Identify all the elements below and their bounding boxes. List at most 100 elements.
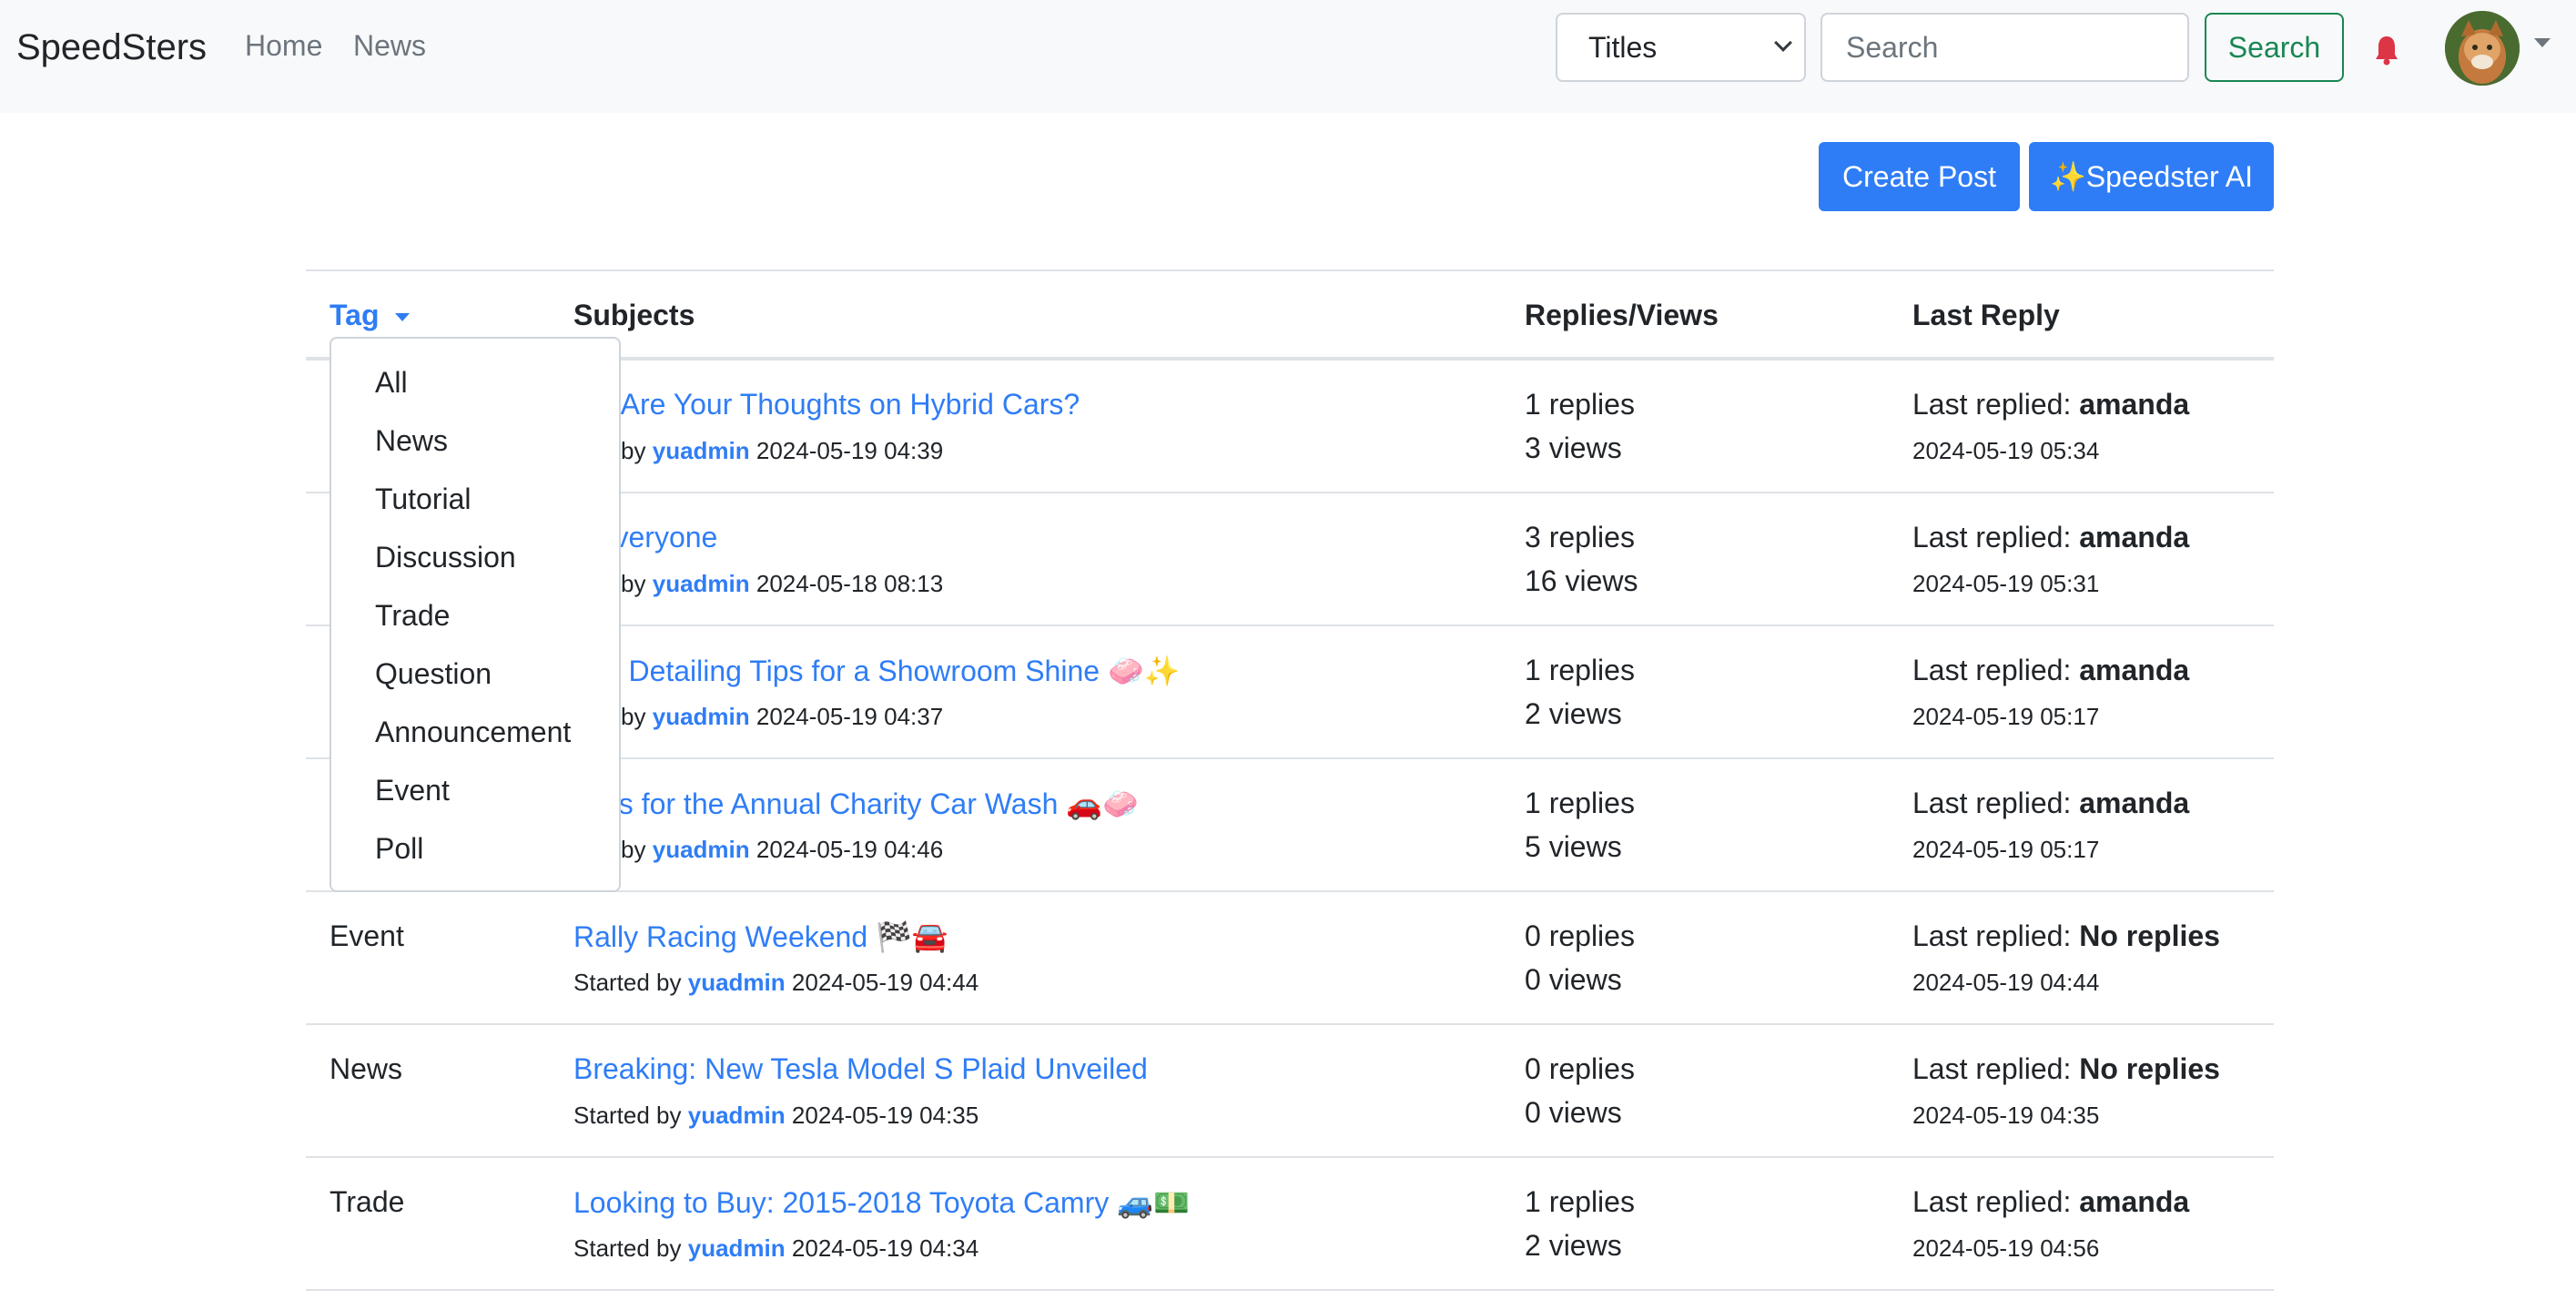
author-link[interactable]: yuadmin <box>653 570 750 597</box>
last-reply: Last replied: amanda <box>1912 388 2189 421</box>
last-reply-date: 2024-05-19 04:56 <box>1912 1234 2100 1262</box>
last-reply-user: No replies <box>2079 1052 2220 1085</box>
author-link[interactable]: yuadmin <box>653 836 750 863</box>
last-reply: Last replied: amanda <box>1912 1185 2189 1219</box>
topic-meta: Started by yuadmin 2024-05-19 04:44 <box>573 969 979 997</box>
last-replied-label: Last replied: <box>1912 521 2072 554</box>
last-reply: Last replied: amanda <box>1912 654 2189 687</box>
navbar: SpeedSters Home News Titles Search <box>0 0 2576 113</box>
last-replied-label: Last replied: <box>1912 787 2072 819</box>
last-reply-date: 2024-05-19 05:17 <box>1912 836 2100 863</box>
reply-count: 0 replies <box>1525 1052 1635 1085</box>
nav-home-link[interactable]: Home <box>245 29 322 63</box>
topic-title-link[interactable]: Car Detailing Tips for a Showroom Shine … <box>573 654 1181 688</box>
last-reply-date: 2024-05-19 05:34 <box>1912 437 2100 464</box>
search-filter-value: Titles <box>1588 31 1658 64</box>
table-row: News Breaking: New Tesla Model S Plaid U… <box>306 1025 2274 1158</box>
last-reply-user: amanda <box>2079 654 2190 686</box>
last-reply-date: 2024-05-19 05:31 <box>1912 570 2100 597</box>
topic-date: 2024-05-19 04:39 <box>756 437 944 464</box>
bell-icon[interactable] <box>2375 35 2399 66</box>
table-row: Trade Looking to Buy: 2015-2018 Toyota C… <box>306 1158 2274 1291</box>
author-link[interactable]: yuadmin <box>688 969 786 996</box>
last-reply-user: No replies <box>2079 919 2220 952</box>
topic-date: 2024-05-18 08:13 <box>756 570 944 597</box>
last-reply-header: Last Reply <box>1912 299 2060 331</box>
last-replied-label: Last replied: <box>1912 654 2072 686</box>
started-by-label: Started by <box>573 1234 682 1262</box>
author-link[interactable]: yuadmin <box>688 1234 786 1262</box>
topic-title-link[interactable]: hat Are Your Thoughts on Hybrid Cars? <box>573 388 1080 421</box>
row-tag: Trade <box>330 1185 405 1218</box>
last-reply-user: amanda <box>2079 1185 2190 1218</box>
author-link[interactable]: yuadmin <box>688 1102 786 1129</box>
tag-option[interactable]: Tutorial <box>375 482 472 516</box>
last-reply: Last replied: amanda <box>1912 521 2189 554</box>
brand-logo[interactable]: SpeedSters <box>16 27 207 68</box>
tag-option[interactable]: All <box>375 366 408 400</box>
user-avatar[interactable] <box>2445 11 2520 86</box>
last-reply-date: 2024-05-19 04:44 <box>1912 969 2100 996</box>
topic-title-link[interactable]: n Us for the Annual Charity Car Wash 🚗🧼 <box>573 787 1139 821</box>
last-reply: Last replied: amanda <box>1912 787 2189 820</box>
view-count: 2 views <box>1525 1229 1622 1262</box>
last-reply: Last replied: No replies <box>1912 1052 2220 1086</box>
reply-count: 1 replies <box>1525 388 1635 421</box>
topic-meta: rted by yuadmin 2024-05-19 04:37 <box>573 703 943 731</box>
search-input[interactable] <box>1820 13 2189 82</box>
search-button[interactable]: Search <box>2205 13 2344 82</box>
topic-meta: Started by yuadmin 2024-05-19 04:35 <box>573 1102 979 1130</box>
tag-option[interactable]: Announcement <box>375 716 571 749</box>
tag-option[interactable]: Event <box>375 774 450 807</box>
reply-count: 0 replies <box>1525 919 1635 952</box>
view-count: 16 views <box>1525 564 1638 597</box>
last-reply: Last replied: No replies <box>1912 919 2220 953</box>
speedster-ai-button[interactable]: ✨Speedster AI <box>2029 142 2274 211</box>
topic-date: 2024-05-19 04:46 <box>756 836 944 863</box>
tag-filter-toggle[interactable]: Tag <box>330 299 380 332</box>
author-link[interactable]: yuadmin <box>653 437 750 464</box>
tag-option[interactable]: News <box>375 424 448 458</box>
tag-option[interactable]: Poll <box>375 832 423 866</box>
last-replied-label: Last replied: <box>1912 1185 2072 1218</box>
last-reply-user: amanda <box>2079 388 2190 421</box>
table-row: Event Rally Racing Weekend 🏁🚘 Started by… <box>306 892 2274 1025</box>
topic-title-link[interactable]: Breaking: New Tesla Model S Plaid Unveil… <box>573 1052 1148 1086</box>
topic-date: 2024-05-19 04:35 <box>791 1102 979 1129</box>
topic-title-link[interactable]: Rally Racing Weekend 🏁🚘 <box>573 919 948 954</box>
author-link[interactable]: yuadmin <box>653 703 750 730</box>
tag-option[interactable]: Discussion <box>375 541 516 574</box>
last-reply-user: amanda <box>2079 787 2190 819</box>
topic-date: 2024-05-19 04:44 <box>791 969 979 996</box>
started-by-label: Started by <box>573 1102 682 1129</box>
view-count: 5 views <box>1525 830 1622 863</box>
nav-news-link[interactable]: News <box>353 29 426 63</box>
topic-date: 2024-05-19 04:37 <box>756 703 944 730</box>
view-count: 3 views <box>1525 432 1622 464</box>
topic-title-link[interactable]: Looking to Buy: 2015-2018 Toyota Camry 🚙… <box>573 1185 1190 1220</box>
topic-meta: rted by yuadmin 2024-05-19 04:46 <box>573 836 943 864</box>
reply-count: 3 replies <box>1525 521 1635 554</box>
caret-down-icon[interactable] <box>395 313 410 321</box>
last-reply-user: amanda <box>2079 521 2190 554</box>
tag-dropdown-menu: All News Tutorial Discussion Trade Question An… <box>330 337 621 892</box>
view-count: 0 views <box>1525 1096 1622 1129</box>
started-by-label: Started by <box>573 969 682 996</box>
reply-count: 1 replies <box>1525 787 1635 819</box>
tag-option[interactable]: Question <box>375 657 492 691</box>
last-replied-label: Last replied: <box>1912 388 2072 421</box>
last-replied-label: Last replied: <box>1912 1052 2072 1085</box>
create-post-button[interactable]: Create Post <box>1819 142 2020 211</box>
row-tag: Event <box>330 919 404 952</box>
tag-option[interactable]: Trade <box>375 599 450 633</box>
last-replied-label: Last replied: <box>1912 919 2072 952</box>
subjects-header: Subjects <box>573 299 695 331</box>
reply-count: 1 replies <box>1525 654 1635 686</box>
avatar-cat-image <box>2445 11 2520 86</box>
chevron-down-icon <box>1774 34 1792 52</box>
replies-views-header: Replies/Views <box>1525 299 1719 331</box>
topic-meta: Started by yuadmin 2024-05-19 04:34 <box>573 1234 979 1263</box>
caret-down-icon[interactable] <box>2534 38 2551 47</box>
search-filter-select[interactable]: Titles <box>1556 13 1806 82</box>
topic-date: 2024-05-19 04:34 <box>791 1234 979 1262</box>
